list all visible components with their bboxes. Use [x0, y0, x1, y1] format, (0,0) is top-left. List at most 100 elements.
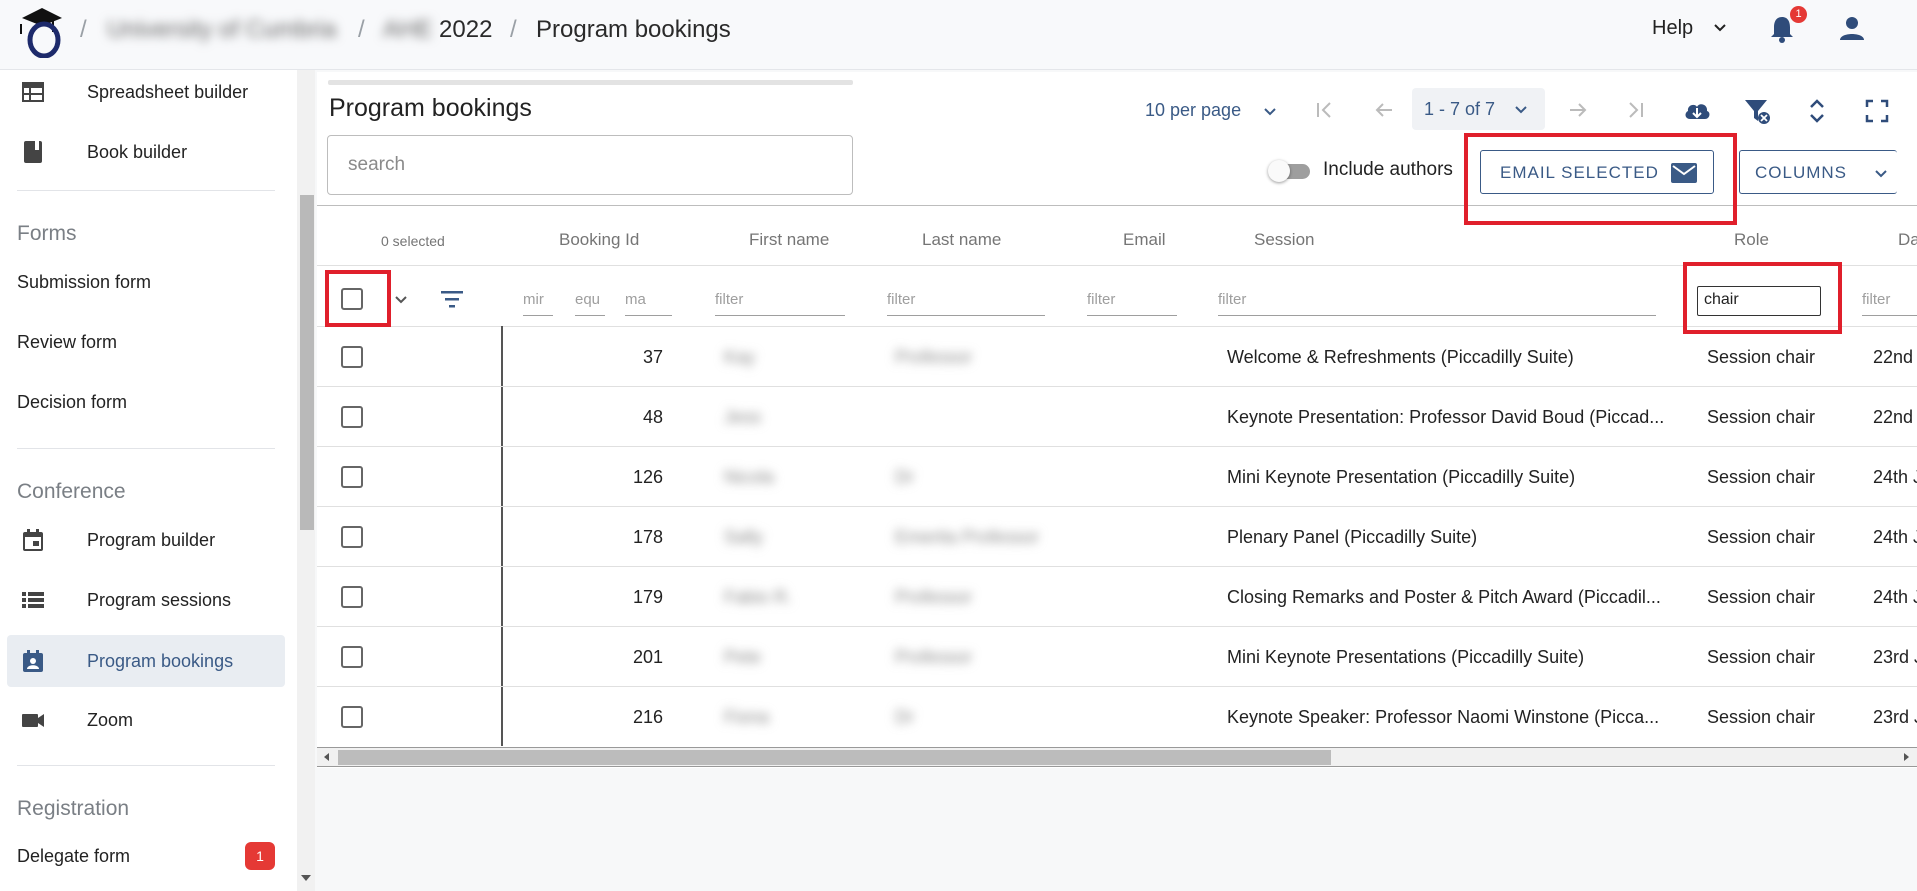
header-first-name[interactable]: First name [749, 230, 829, 250]
row-checkbox[interactable] [341, 646, 363, 668]
sidebar-item-spreadsheet-builder[interactable]: Spreadsheet builder [0, 70, 290, 118]
cell-first-name: Fiona [724, 707, 770, 727]
sidebar-item-label: Spreadsheet builder [87, 81, 249, 102]
header-session[interactable]: Session [1254, 230, 1314, 250]
search-field[interactable] [327, 135, 853, 195]
chevron-down-icon [1875, 170, 1887, 178]
breadcrumb-org[interactable]: University of Cumbria [107, 16, 336, 44]
header-role[interactable]: Role [1734, 230, 1769, 250]
scroll-left-icon[interactable] [322, 752, 332, 762]
header-last-name[interactable]: Last name [922, 230, 1001, 250]
breadcrumb-conference[interactable]: AHE 2022 [383, 16, 492, 44]
sidebar-item-review-form[interactable]: Review form [0, 316, 290, 368]
fullscreen-icon[interactable] [1862, 96, 1892, 126]
sidebar-item-label: Book builder [87, 141, 188, 162]
cell-first-name: Fabio R. [724, 587, 793, 607]
sidebar-item-zoom[interactable]: Zoom [0, 694, 290, 746]
include-authors-toggle[interactable] [1268, 160, 1312, 182]
cell-booking-id: 126 [632, 467, 663, 487]
row-checkbox[interactable] [341, 706, 363, 728]
row-checkbox[interactable] [341, 586, 363, 608]
chevron-down-icon[interactable] [1712, 20, 1728, 36]
cell-date: 24th J [1873, 467, 1917, 487]
sidebar-scrollbar-thumb[interactable] [300, 195, 314, 530]
user-icon[interactable] [1838, 14, 1866, 42]
sidebar-item-program-bookings[interactable]: Program bookings [7, 635, 285, 687]
divider [17, 765, 275, 766]
sidebar-item-label: Submission form [17, 271, 152, 292]
filter-id-max[interactable]: ma [625, 288, 672, 316]
sidebar-item-label: Decision form [17, 391, 128, 412]
filter-clear-icon[interactable] [1742, 96, 1772, 126]
scroll-right-icon[interactable] [1901, 752, 1911, 762]
sidebar-item-program-sessions[interactable]: Program sessions [0, 574, 290, 626]
table-icon [22, 82, 44, 102]
columns-button[interactable]: COLUMNS [1739, 150, 1897, 194]
sidebar-item-decision-form[interactable]: Decision form [0, 376, 290, 428]
frozen-column-divider [501, 326, 503, 746]
header-email[interactable]: Email [1123, 230, 1166, 250]
sidebar-item-delegate-form[interactable]: Delegate form 1 [0, 830, 290, 882]
toggle-knob [1268, 160, 1290, 182]
sidebar-item-book-builder[interactable]: Book builder [0, 126, 290, 178]
scroll-down-icon[interactable] [300, 872, 312, 884]
cell-last-name: Professor [895, 347, 973, 367]
cell-first-name: Sally [724, 527, 764, 547]
cell-first-name: Jess [724, 407, 762, 427]
cell-first-name: Kay [724, 347, 756, 367]
sidebar-item-label: Delegate form [17, 845, 131, 866]
chevron-down-icon[interactable] [393, 292, 409, 308]
sidebar-item-program-builder[interactable]: Program builder [0, 514, 290, 566]
filter-last-name[interactable]: filter [887, 288, 1045, 316]
sidebar-item-label: Zoom [87, 709, 134, 730]
row-divider [317, 506, 1917, 507]
filter-id-min[interactable]: mir [523, 288, 553, 316]
select-all-checkbox[interactable] [341, 288, 363, 310]
row-checkbox[interactable] [341, 526, 363, 548]
filter-role-input[interactable]: chair [1697, 286, 1821, 316]
row-divider [317, 265, 1917, 266]
header-booking-id[interactable]: Booking Id [559, 230, 639, 250]
section-title-conference: Conference [17, 480, 126, 503]
header-date[interactable]: Da [1898, 230, 1917, 250]
email-selected-button[interactable]: EMAIL SELECTED [1480, 150, 1714, 194]
row-divider [317, 566, 1917, 567]
filter-date[interactable]: filter [1862, 288, 1917, 316]
cloud-download-icon[interactable] [1682, 96, 1712, 126]
row-checkbox[interactable] [341, 346, 363, 368]
table-scrollbar-thumb[interactable] [338, 750, 1331, 765]
video-camera-icon [22, 714, 44, 727]
row-divider [317, 326, 1917, 327]
cell-role: Session chair [1707, 707, 1816, 727]
email-selected-label: EMAIL SELECTED [1500, 163, 1659, 182]
row-checkbox[interactable] [341, 406, 363, 428]
delegate-form-badge: 1 [245, 842, 275, 870]
cell-booking-id: 179 [632, 587, 663, 607]
filter-list-icon[interactable] [438, 287, 466, 311]
search-input[interactable] [328, 136, 852, 194]
filter-id-eq[interactable]: equ [575, 288, 605, 316]
prev-page-icon[interactable] [1370, 96, 1398, 124]
filter-email[interactable]: filter [1087, 288, 1177, 316]
first-page-icon[interactable] [1310, 96, 1338, 124]
filter-first-name[interactable]: filter [715, 288, 845, 316]
cell-session: Welcome & Refreshments (Piccadilly Suite… [1227, 347, 1574, 367]
expand-vertical-icon[interactable] [1802, 96, 1832, 126]
help-menu[interactable]: Help [1652, 17, 1693, 40]
cell-first-name: Nicola [724, 467, 775, 487]
cell-session: Plenary Panel (Piccadilly Suite) [1227, 527, 1478, 547]
cell-session: Mini Keynote Presentations (Piccadilly S… [1227, 647, 1585, 667]
last-page-icon[interactable] [1622, 96, 1650, 124]
next-page-icon[interactable] [1564, 96, 1592, 124]
table-top-border [317, 205, 1917, 206]
sidebar-item-submission-form[interactable]: Submission form [0, 256, 290, 308]
chevron-down-icon[interactable] [1262, 104, 1278, 120]
page-range-select[interactable]: 1 - 7 of 7 [1412, 88, 1545, 130]
filter-session[interactable]: filter [1218, 288, 1656, 316]
row-checkbox[interactable] [341, 466, 363, 488]
logo-icon[interactable] [18, 6, 66, 58]
per-page-select[interactable]: 10 per page [1145, 100, 1241, 121]
cell-last-name: Emerita Professor [895, 527, 1040, 547]
loading-bar [328, 80, 853, 85]
cell-date: 24th J [1873, 587, 1917, 607]
